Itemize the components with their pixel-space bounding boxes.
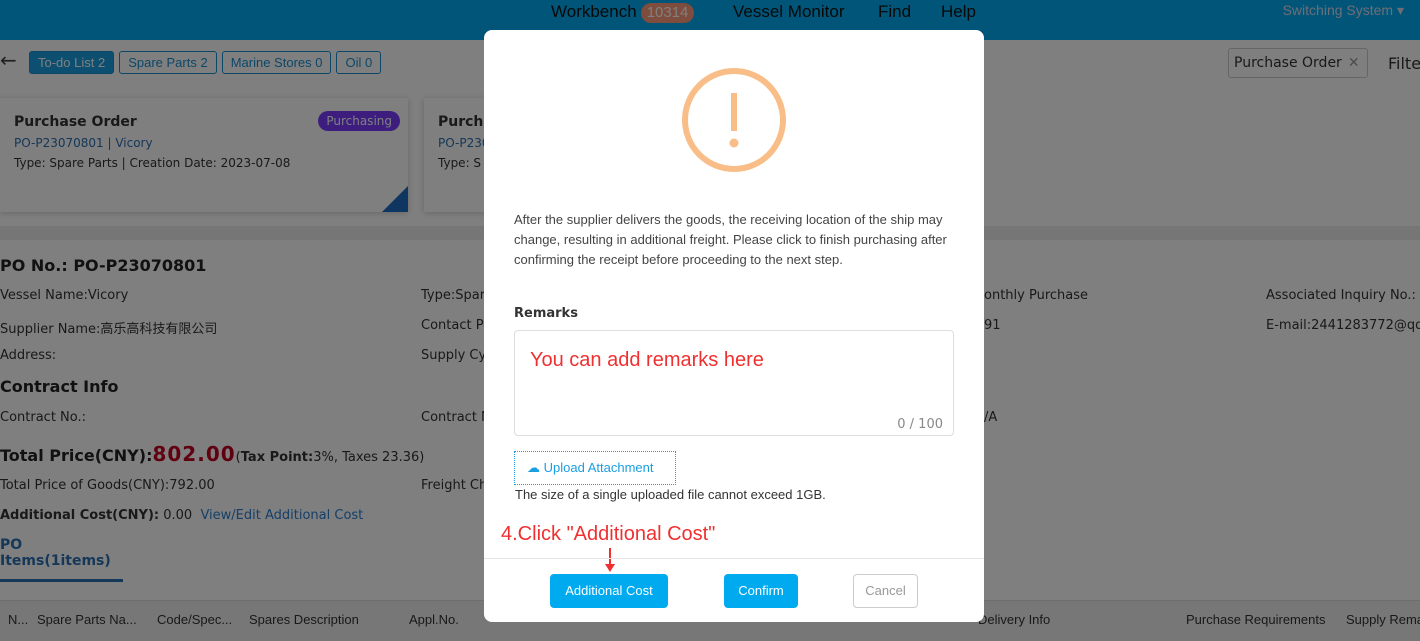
warning-icon	[682, 68, 786, 172]
remarks-label: Remarks	[514, 306, 578, 321]
char-counter: 0 / 100	[897, 417, 943, 432]
remarks-textarea[interactable]: You can add remarks here 0 / 100	[514, 330, 954, 436]
confirm-button[interactable]: Confirm	[724, 574, 798, 608]
cloud-upload-icon: ☁	[527, 460, 540, 475]
upload-attachment-button[interactable]: ☁ Upload Attachment	[514, 451, 676, 485]
cancel-button[interactable]: Cancel	[853, 574, 918, 608]
upload-note: The size of a single uploaded file canno…	[515, 487, 826, 502]
dialog-footer-divider	[484, 558, 984, 559]
finish-purchasing-dialog: After the supplier delivers the goods, t…	[484, 30, 984, 622]
upload-label: Upload Attachment	[543, 460, 654, 475]
additional-cost-button[interactable]: Additional Cost	[550, 574, 668, 608]
dialog-message: After the supplier delivers the goods, t…	[514, 212, 947, 267]
tutorial-annotation: 4.Click "Additional Cost"	[501, 523, 716, 545]
remarks-placeholder: You can add remarks here	[530, 349, 764, 371]
